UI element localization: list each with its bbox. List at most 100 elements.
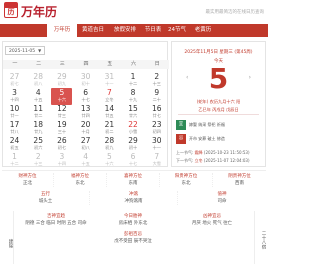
day-cell[interactable]: 15 廿六 bbox=[123, 104, 144, 121]
day-number: 1 bbox=[130, 72, 136, 81]
weekday-header: 一二三四五六日 bbox=[3, 60, 169, 69]
day-number: 30 bbox=[80, 72, 91, 81]
five-elements: 五行 城头土 bbox=[2, 191, 90, 205]
nav-item-solar-terms[interactable]: 24节气 bbox=[165, 24, 189, 37]
lunar-day: 初九 bbox=[105, 145, 114, 150]
day-cell[interactable]: 25 初六 bbox=[28, 136, 49, 153]
day-cell[interactable]: 1 十二 bbox=[4, 152, 25, 169]
day-cell[interactable]: 1 十二 bbox=[123, 72, 144, 89]
day-cell[interactable]: 6 十七 bbox=[75, 88, 96, 105]
fortune-direction: 福神方位 东北 bbox=[54, 173, 107, 187]
day-number: 20 bbox=[80, 120, 91, 129]
day-number: 12 bbox=[57, 104, 67, 113]
day-cell[interactable]: 21 初二 bbox=[99, 120, 120, 137]
site-title[interactable]: 万年历 bbox=[21, 3, 57, 20]
day-number: 28 bbox=[33, 72, 43, 81]
calendar-logo-icon[interactable]: 历 bbox=[4, 2, 18, 18]
day-cell[interactable]: 7 大雪 bbox=[146, 152, 167, 169]
day-number: 1 bbox=[12, 152, 17, 161]
lunar-date: (蛇年) 农历九月十六 阳 bbox=[196, 99, 241, 104]
next-solar-term: 下一节气: 立冬 (2025-11-07 12:04:03) bbox=[176, 158, 250, 163]
day-cell[interactable]: 13 廿四 bbox=[75, 104, 96, 121]
lunar-day: 廿四 bbox=[81, 113, 90, 118]
day-cell[interactable]: 27 初八 bbox=[75, 136, 96, 153]
nav-item-almanac[interactable]: 老黄历 bbox=[189, 24, 217, 37]
ganzhi-date: 乙巳年 丙戌月 戊辰日 bbox=[198, 107, 239, 112]
next-day-icon[interactable]: › bbox=[249, 74, 251, 81]
full-date: 2025年11月5日 星期三 (第45周) bbox=[184, 50, 253, 55]
day-cell[interactable]: 16 廿七 bbox=[146, 104, 167, 121]
day-cell[interactable]: 12 廿三 bbox=[51, 104, 72, 121]
day-cell[interactable]: 11 廿二 bbox=[28, 104, 49, 121]
day-number: 6 bbox=[83, 88, 89, 97]
day-cell[interactable]: 28 初八 bbox=[28, 72, 49, 89]
nav-item-festivals[interactable]: 节日表 bbox=[141, 24, 165, 37]
day-cell[interactable]: 29 初十 bbox=[123, 136, 144, 153]
day-number: 5 bbox=[59, 88, 65, 97]
lunar-day: 十九 bbox=[128, 97, 138, 102]
day-cell[interactable]: 2 十三 bbox=[28, 152, 49, 169]
day-cell[interactable]: 30 十一 bbox=[146, 136, 167, 153]
pengzu-taboos: 彭祖百忌 戊不受田 辰不哭泣 bbox=[114, 232, 152, 244]
lunar-day: 初四 bbox=[152, 129, 161, 134]
day-cell[interactable]: 4 十五 bbox=[75, 152, 96, 169]
day-cell[interactable]: 17 廿八 bbox=[4, 120, 25, 137]
day-number: 5 bbox=[106, 152, 112, 161]
day-cell[interactable]: 23 初四 bbox=[146, 120, 167, 137]
lunar-day: 十七 bbox=[81, 97, 90, 102]
lunar-day: 十六 bbox=[105, 161, 114, 166]
lunar-day: 初十 bbox=[128, 145, 138, 150]
big-day-number: 5 bbox=[208, 62, 229, 95]
day-number: 18 bbox=[33, 120, 43, 129]
lunar-day: 十月 bbox=[81, 129, 90, 134]
main-nav: 万年历 黄道吉日 放假安排 节日表 24节气 老黄历 bbox=[0, 24, 268, 37]
day-cell[interactable]: 9 二十 bbox=[146, 88, 167, 105]
nav-item-calendar[interactable]: 万年历 bbox=[47, 24, 77, 37]
day-cell[interactable]: 24 初五 bbox=[4, 136, 25, 153]
day-cell[interactable]: 19 三十 bbox=[51, 120, 72, 137]
element-row: 五行 城头土 冲煞 冲狗煞南 值神 司命 bbox=[2, 191, 266, 205]
jianchu-label: 建除 bbox=[2, 211, 14, 264]
nav-item-holidays[interactable]: 放假安排 bbox=[109, 24, 141, 37]
day-cell[interactable]: 29 初九 bbox=[51, 72, 72, 89]
day-cell[interactable]: 2 十三 bbox=[146, 72, 167, 89]
day-cell[interactable]: 22 小雪 bbox=[123, 120, 144, 137]
nav-item-auspicious-days[interactable]: 黄道吉日 bbox=[77, 24, 109, 37]
day-cell[interactable]: 31 十一 bbox=[99, 72, 120, 89]
day-cell[interactable]: 4 十五 bbox=[28, 88, 49, 105]
day-cell[interactable]: 30 初十 bbox=[75, 72, 96, 89]
day-cell[interactable]: 8 十九 bbox=[123, 88, 144, 105]
lunar-day: 十五 bbox=[81, 161, 90, 166]
day-number: 11 bbox=[33, 104, 43, 113]
day-number: 26 bbox=[57, 136, 67, 145]
day-number: 31 bbox=[104, 72, 115, 81]
day-cell[interactable]: 10 廿一 bbox=[4, 104, 25, 121]
day-cell[interactable]: 27 初七 bbox=[4, 72, 25, 89]
date-picker[interactable]: 2025-11-05 ▼ bbox=[5, 46, 46, 55]
lunar-day: 初八 bbox=[34, 81, 43, 86]
day-cell[interactable]: 14 廿五 bbox=[99, 104, 120, 121]
lunar-day: 十二 bbox=[10, 161, 19, 166]
lunar-day: 初五 bbox=[10, 145, 19, 150]
day-cell[interactable]: 7 立冬 bbox=[99, 88, 120, 105]
day-cell[interactable]: 3 十四 bbox=[4, 88, 25, 105]
day-cell[interactable]: 5 十六 bbox=[99, 152, 120, 169]
lunar-day: 十五 bbox=[34, 97, 43, 102]
day-number: 10 bbox=[9, 104, 20, 113]
day-cell[interactable]: 26 初七 bbox=[51, 136, 72, 153]
day-cell[interactable]: 20 十月 bbox=[75, 120, 96, 137]
day-cell[interactable]: 5 十六 bbox=[51, 88, 73, 105]
day-number: 3 bbox=[59, 152, 65, 161]
day-number: 29 bbox=[128, 136, 138, 145]
day-cell[interactable]: 18 廿九 bbox=[28, 120, 49, 137]
weekday-label: 六 bbox=[130, 61, 136, 67]
day-cell[interactable]: 6 十七 bbox=[123, 152, 144, 169]
day-cell[interactable]: 28 初九 bbox=[99, 136, 120, 153]
lunar-day: 初六 bbox=[34, 145, 43, 150]
day-number: 16 bbox=[152, 104, 162, 113]
day-number: 27 bbox=[9, 72, 20, 81]
day-number: 15 bbox=[128, 104, 138, 113]
day-number: 13 bbox=[80, 104, 91, 113]
day-cell[interactable]: 3 十四 bbox=[51, 152, 72, 169]
day-number: 22 bbox=[128, 120, 138, 129]
